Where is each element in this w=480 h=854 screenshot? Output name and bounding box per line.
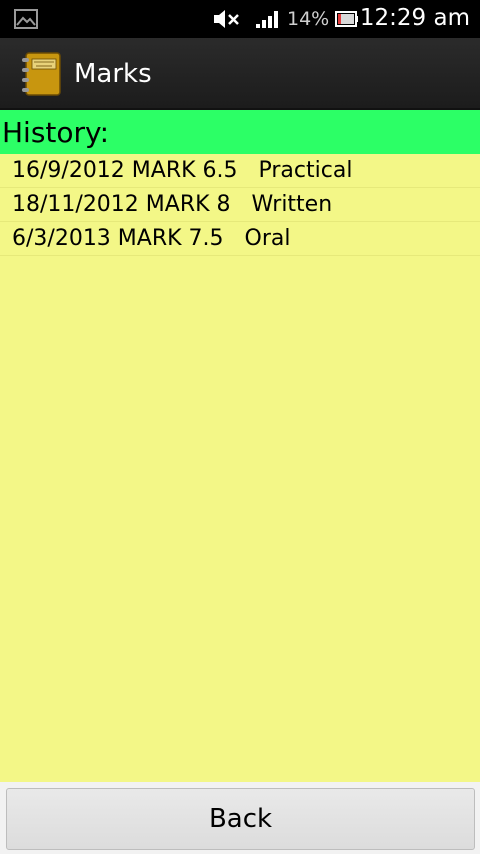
back-button[interactable]: Back [6, 788, 475, 850]
history-panel: History: 16/9/2012 MARK 6.5 Practical 18… [0, 110, 480, 782]
list-item[interactable]: 6/3/2013 MARK 7.5 Oral [0, 222, 480, 256]
mute-icon [214, 10, 239, 28]
notebook-icon [22, 52, 61, 96]
status-bar: 14% 12:29 am [0, 0, 480, 38]
page-title: Marks [74, 59, 152, 89]
signal-icon [256, 11, 278, 28]
gallery-icon [14, 9, 38, 29]
battery-percent: 14% [287, 8, 330, 30]
footer-bar: Back [0, 782, 480, 854]
action-bar: Marks [0, 38, 480, 110]
battery-icon [335, 11, 358, 27]
list-item[interactable]: 16/9/2012 MARK 6.5 Practical [0, 154, 480, 188]
list-item[interactable]: 18/11/2012 MARK 8 Written [0, 188, 480, 222]
clock: 12:29 am [359, 5, 470, 31]
history-header: History: [0, 110, 480, 154]
